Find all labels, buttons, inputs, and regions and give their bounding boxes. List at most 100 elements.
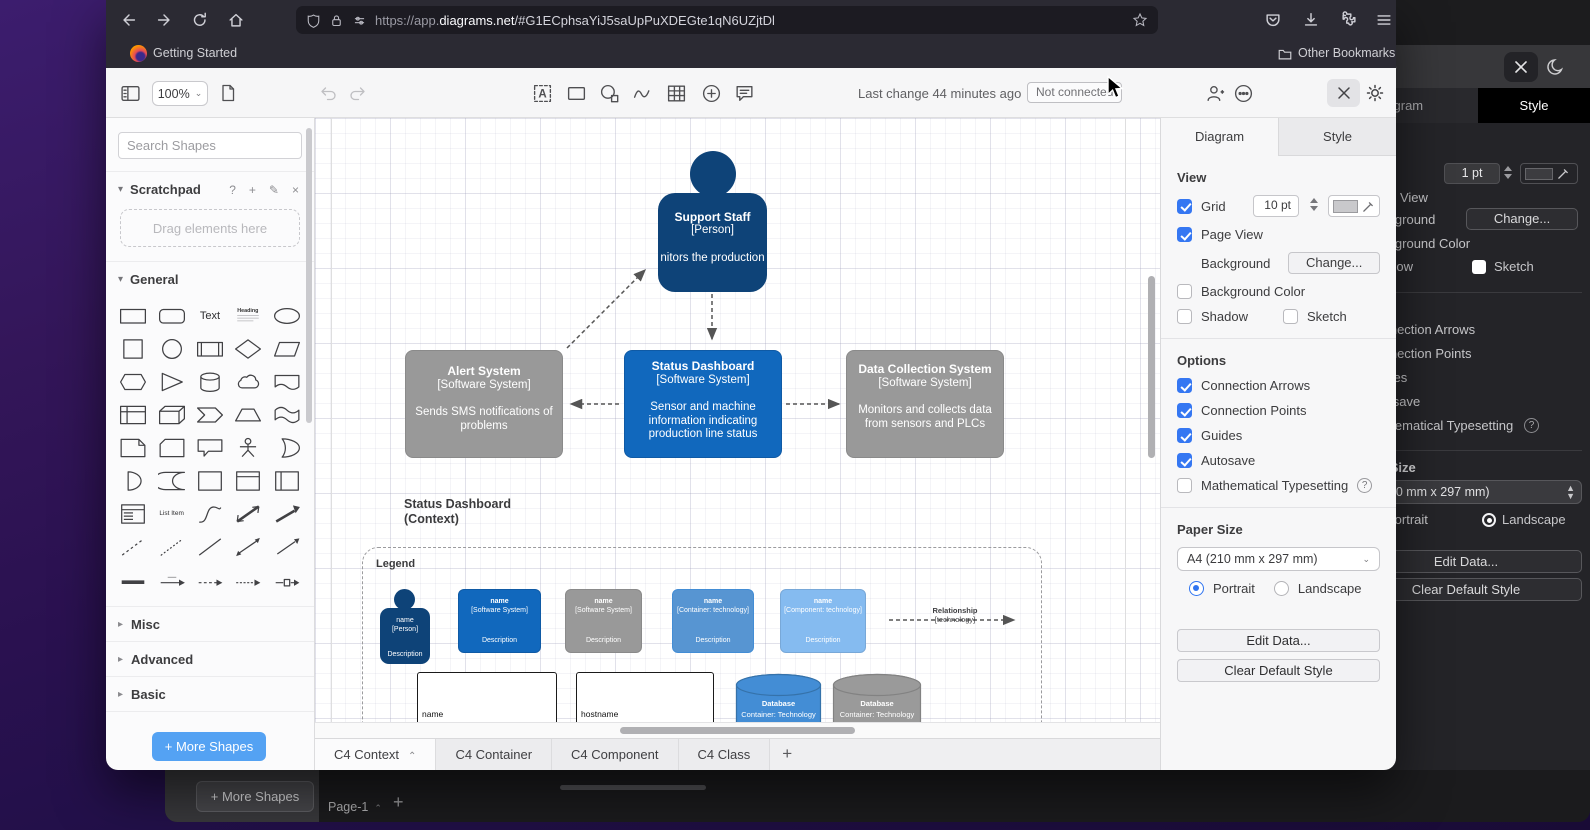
bookmark-star-icon[interactable]	[1132, 12, 1148, 28]
node-status-dashboard[interactable]: Status Dashboard [Software System] Senso…	[624, 350, 782, 458]
paper-size-select[interactable]: A4 (210 mm x 297 mm) ⌄	[1177, 547, 1380, 571]
shape-rectangle[interactable]	[114, 299, 152, 332]
back-button[interactable]	[120, 11, 138, 29]
dark-mode-moon-icon[interactable]	[1546, 57, 1566, 77]
diagram-canvas[interactable]: Legend Support Staff [Person] nitors the…	[315, 118, 1160, 738]
clear-default-style-button[interactable]: Clear Default Style	[1177, 659, 1380, 682]
shape-text[interactable]: Text	[191, 299, 229, 332]
connection-arrows-checkbox[interactable]	[1177, 378, 1192, 393]
url-bar[interactable]: https://app.diagrams.net/#G1ECphsaYiJ5sa…	[296, 6, 1158, 34]
theme-sketch-toggle[interactable]	[1327, 79, 1360, 107]
autosave-checkbox[interactable]	[1177, 453, 1192, 468]
shape-trapezoid[interactable]	[229, 398, 267, 431]
bg-help-icon[interactable]: ?	[1524, 418, 1539, 433]
shape-cylinder[interactable]	[191, 365, 229, 398]
comment-tool-icon[interactable]	[734, 83, 754, 103]
grid-size-input[interactable]: 10 pt	[1253, 195, 1299, 217]
math-checkbox[interactable]	[1177, 478, 1192, 493]
page-setup-icon[interactable]	[218, 83, 238, 103]
shape-dashed-line[interactable]	[114, 530, 152, 563]
page-tab-c4-class[interactable]: C4 Class	[678, 739, 771, 770]
shape-card[interactable]	[152, 431, 190, 464]
shape-vertical-container[interactable]	[229, 464, 267, 497]
shape-dotted-arrow[interactable]	[229, 563, 267, 596]
bg-sketch-checkbox[interactable]	[1472, 260, 1486, 274]
shape-tape[interactable]	[268, 398, 306, 431]
shape-list-item[interactable]: List Item	[152, 497, 190, 530]
scratchpad-edit-icon[interactable]: ✎	[266, 183, 282, 197]
scratchpad-help-icon[interactable]: ?	[226, 183, 239, 197]
legend-container-item[interactable]: name [Container: technology] Description	[672, 589, 754, 653]
sketch-mode-toggle[interactable]	[1504, 52, 1538, 82]
shapes-tool-icon[interactable]	[599, 83, 619, 103]
shape-bidirectional-connector[interactable]	[229, 530, 267, 563]
shape-curve[interactable]	[191, 497, 229, 530]
bg-page-tab[interactable]: Page-1 ⌃	[328, 794, 382, 820]
shape-ellipse[interactable]	[268, 299, 306, 332]
bg-change-background-button[interactable]: Change...	[1466, 208, 1578, 230]
shape-process[interactable]	[191, 332, 229, 365]
pocket-icon[interactable]	[1264, 11, 1282, 29]
shape-data-storage[interactable]	[152, 464, 190, 497]
permissions-icon[interactable]	[352, 13, 367, 28]
node-data-collection-system[interactable]: Data Collection System [Software System]…	[846, 350, 1004, 458]
shape-and[interactable]	[114, 464, 152, 497]
shape-circle[interactable]	[152, 332, 190, 365]
bookmark-getting-started[interactable]: Getting Started	[153, 46, 237, 60]
insert-plus-icon[interactable]	[701, 83, 721, 103]
bg-horizontal-scrollbar[interactable]	[560, 785, 706, 790]
canvas-vertical-scrollbar[interactable]	[1148, 276, 1155, 458]
node-support-staff[interactable]: Support Staff [Person] nitors the produc…	[658, 151, 768, 292]
home-button[interactable]	[227, 11, 245, 29]
bg-grid-color-swatch[interactable]	[1520, 163, 1578, 184]
legend-external-system[interactable]: name [Software System] Description	[565, 589, 642, 653]
rectangle-tool-icon[interactable]	[566, 83, 586, 103]
portrait-radio[interactable]	[1189, 581, 1204, 596]
shape-horizontal-container[interactable]	[268, 464, 306, 497]
shape-bidirectional-arrow[interactable]	[229, 497, 267, 530]
grid-color-control[interactable]	[1328, 195, 1380, 217]
shape-triangle[interactable]	[152, 365, 190, 398]
shape-heading[interactable]: Heading	[229, 299, 267, 332]
toggle-panels-icon[interactable]	[120, 83, 140, 103]
grid-size-stepper[interactable]	[1308, 195, 1319, 217]
shape-labeled-arrow[interactable]	[152, 563, 190, 596]
shape-document[interactable]	[268, 365, 306, 398]
bg-more-shapes-button[interactable]: + More Shapes	[196, 781, 314, 812]
shield-icon[interactable]	[306, 13, 321, 28]
undo-button[interactable]	[318, 83, 338, 103]
forward-button[interactable]	[155, 11, 173, 29]
more-actions-icon[interactable]	[1233, 83, 1253, 103]
landscape-radio[interactable]	[1273, 581, 1289, 596]
shape-container[interactable]	[191, 464, 229, 497]
sidebar-scrollbar[interactable]	[306, 128, 312, 423]
shape-hexagon[interactable]	[114, 365, 152, 398]
shape-actor[interactable]	[229, 431, 267, 464]
shadow-checkbox[interactable]	[1177, 309, 1192, 324]
tab-style[interactable]: Style	[1278, 118, 1396, 155]
shape-arrow[interactable]	[268, 497, 306, 530]
reload-button[interactable]	[191, 11, 209, 29]
shape-cloud[interactable]	[229, 365, 267, 398]
guides-checkbox[interactable]	[1177, 428, 1192, 443]
shape-square[interactable]	[114, 332, 152, 365]
freehand-tool-icon[interactable]	[632, 83, 652, 103]
shape-diamond[interactable]	[229, 332, 267, 365]
sidebar-section-basic[interactable]: ▸ Basic	[106, 677, 314, 711]
hscroll-thumb[interactable]	[620, 727, 855, 734]
extensions-puzzle-icon[interactable]	[1340, 11, 1358, 29]
grid-checkbox[interactable]	[1177, 198, 1192, 214]
shape-parallelogram[interactable]	[268, 332, 306, 365]
shape-note[interactable]	[114, 431, 152, 464]
shape-rounded-rectangle[interactable]	[152, 299, 190, 332]
bg-grid-size-stepper[interactable]	[1502, 163, 1514, 184]
scratchpad-drop-area[interactable]: Drag elements here	[120, 209, 300, 247]
redo-button[interactable]	[348, 83, 368, 103]
downloads-icon[interactable]	[1302, 11, 1320, 29]
tab-diagram[interactable]: Diagram	[1161, 118, 1278, 156]
scratchpad-add-icon[interactable]: +	[246, 183, 259, 197]
sketch-checkbox[interactable]	[1282, 309, 1298, 324]
shape-directional-connector[interactable]	[268, 530, 306, 563]
canvas-horizontal-scrollbar[interactable]	[315, 722, 1160, 738]
shape-callout[interactable]	[191, 431, 229, 464]
